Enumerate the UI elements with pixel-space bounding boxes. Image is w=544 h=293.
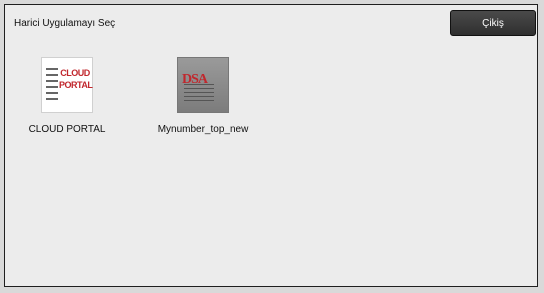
cloud-portal-logo-text: CLOUD PORTAL [59, 68, 93, 90]
app-label: Mynumber_top_new [157, 124, 249, 135]
app-tile-mynumber[interactable]: DSA Mynumber_top_new [143, 57, 263, 135]
document-lines-icon [184, 84, 214, 104]
page-title: Harici Uygulamayı Seç [14, 18, 116, 29]
document-lines-icon [46, 68, 58, 104]
exit-button[interactable]: Çikiş [450, 10, 536, 36]
cloud-portal-icon[interactable]: CLOUD PORTAL [41, 57, 93, 113]
app-selection-panel: Harici Uygulamayı Seç Çikiş CLOUD PORTAL… [4, 4, 538, 287]
mynumber-icon[interactable]: DSA [177, 57, 229, 113]
app-tile-cloud-portal[interactable]: CLOUD PORTAL CLOUD PORTAL [7, 57, 127, 135]
app-label: CLOUD PORTAL [28, 124, 106, 135]
